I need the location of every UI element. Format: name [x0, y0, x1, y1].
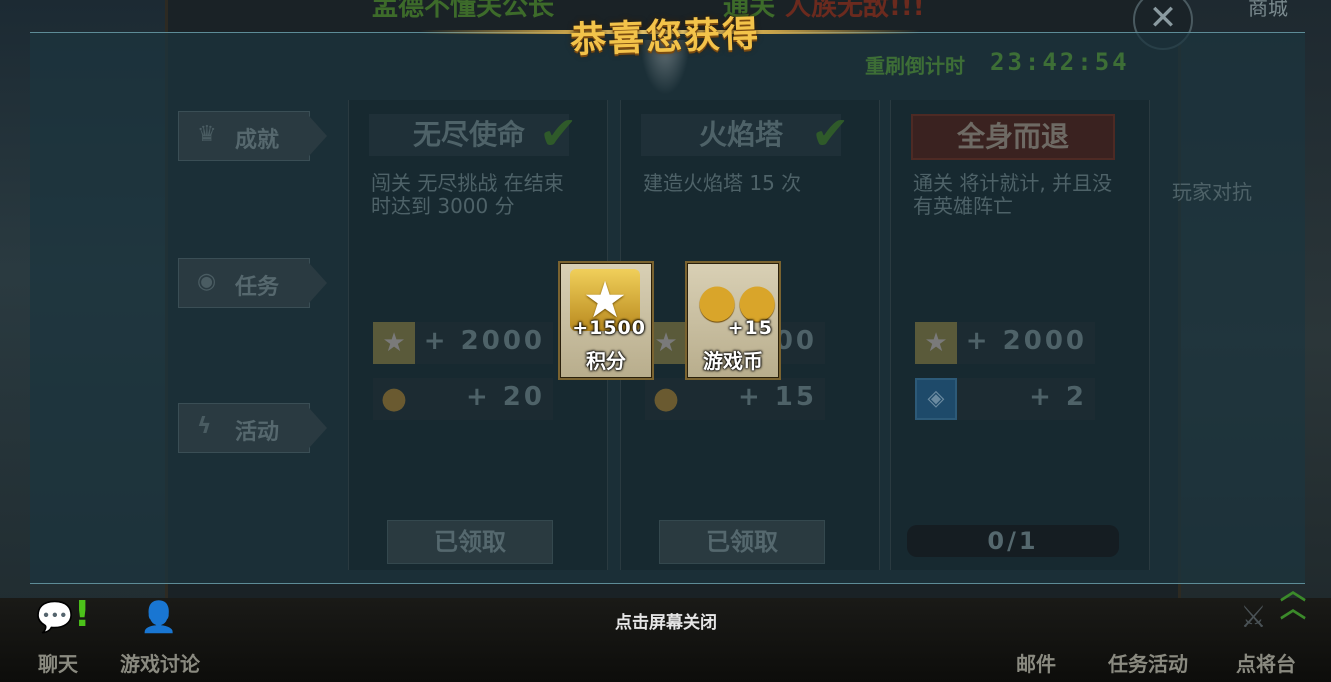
chevron-up-icon: ︿ ︿	[1280, 576, 1307, 624]
eye-icon: ◉	[197, 269, 217, 294]
quest-description: 闯关 无尽挑战 在结束时达到 3000 分	[371, 171, 564, 218]
chat-icon[interactable]: 💬	[36, 600, 73, 635]
popup-reward-points[interactable]: ★ +1500 积分	[558, 261, 654, 380]
quest-description: 通关 将计就计, 并且没有英雄阵亡	[913, 171, 1113, 218]
refresh-countdown-value: 23:42:54	[990, 48, 1130, 76]
tap-to-close-hint[interactable]: 点击屏幕关闭	[566, 608, 766, 633]
tab-tasks[interactable]: ◉ 任务	[178, 258, 327, 308]
tab-events[interactable]: ϟ 活动	[178, 403, 327, 453]
pvp-label: 玩家对抗	[1172, 180, 1252, 204]
tab-label: 活动	[235, 420, 280, 445]
star-icon: ★	[915, 322, 957, 364]
reward-amount: + 2000	[965, 326, 1087, 356]
quest-progress: 0/1	[907, 525, 1119, 557]
popup-title: 恭喜您获得	[569, 13, 761, 62]
quest-title: 全身而退	[911, 114, 1115, 160]
shop-label[interactable]: 商城	[1248, 0, 1288, 21]
popup-reward-amount: +15	[727, 317, 773, 339]
marquee-green-text: 孟德不懂关公长	[372, 0, 555, 22]
badge-icon: ◈	[915, 378, 957, 420]
nav-chat[interactable]: 聊天	[38, 648, 78, 677]
claimed-button[interactable]: 已领取	[659, 520, 825, 564]
claimed-button[interactable]: 已领取	[387, 520, 553, 564]
coin-icon: ●	[380, 381, 408, 416]
nav-hero[interactable]: 点将台	[1236, 648, 1296, 677]
nav-discussion[interactable]: 游戏讨论	[120, 648, 200, 677]
tab-achievements[interactable]: ♛ 成就	[178, 111, 327, 161]
quest-description: 建造火焰塔 15 次	[643, 171, 802, 195]
checkmark-icon: ✔	[539, 106, 578, 160]
crown-icon: ♛	[197, 122, 217, 147]
reward-row: ● + 20	[373, 378, 553, 420]
popup-reward-name: 游戏币	[703, 349, 763, 373]
nav-task-activity[interactable]: 任务活动	[1108, 648, 1188, 677]
marquee-red-text: 人族无敌!!!	[785, 0, 925, 22]
popup-reward-amount: +1500	[572, 317, 646, 339]
checkmark-icon: ✔	[811, 106, 850, 160]
coin-icon: ●	[652, 381, 680, 416]
sword-icon[interactable]: ⚔	[1240, 600, 1267, 635]
tab-label: 任务	[235, 275, 280, 300]
reward-row: ● + 15	[645, 378, 825, 420]
refresh-countdown-label: 重刷倒计时	[865, 54, 965, 78]
star-icon: ★	[373, 322, 415, 364]
reward-amount: + 15	[737, 382, 817, 412]
reward-amount: + 2000	[423, 326, 545, 356]
reward-row: ★ + 2000	[915, 322, 1095, 364]
notification-icon: !	[74, 594, 91, 635]
lightning-icon: ϟ	[197, 414, 212, 439]
reward-row: ◈ + 2	[915, 378, 1095, 420]
discussion-icon[interactable]: 👤	[140, 600, 177, 635]
reward-amount: + 20	[465, 382, 545, 412]
quest-card: 全身而退 通关 将计就计, 并且没有英雄阵亡 ★ + 2000 ◈ + 2 0/…	[890, 100, 1150, 570]
reward-row: ★ + 2000	[373, 322, 553, 364]
popup-reward-name: 积分	[586, 349, 626, 373]
tab-label: 成就	[235, 128, 280, 153]
nav-mail[interactable]: 邮件	[1016, 648, 1056, 677]
popup-reward-coins[interactable]: ●● +15 游戏币	[685, 261, 781, 380]
reward-amount: + 2	[1029, 382, 1087, 412]
